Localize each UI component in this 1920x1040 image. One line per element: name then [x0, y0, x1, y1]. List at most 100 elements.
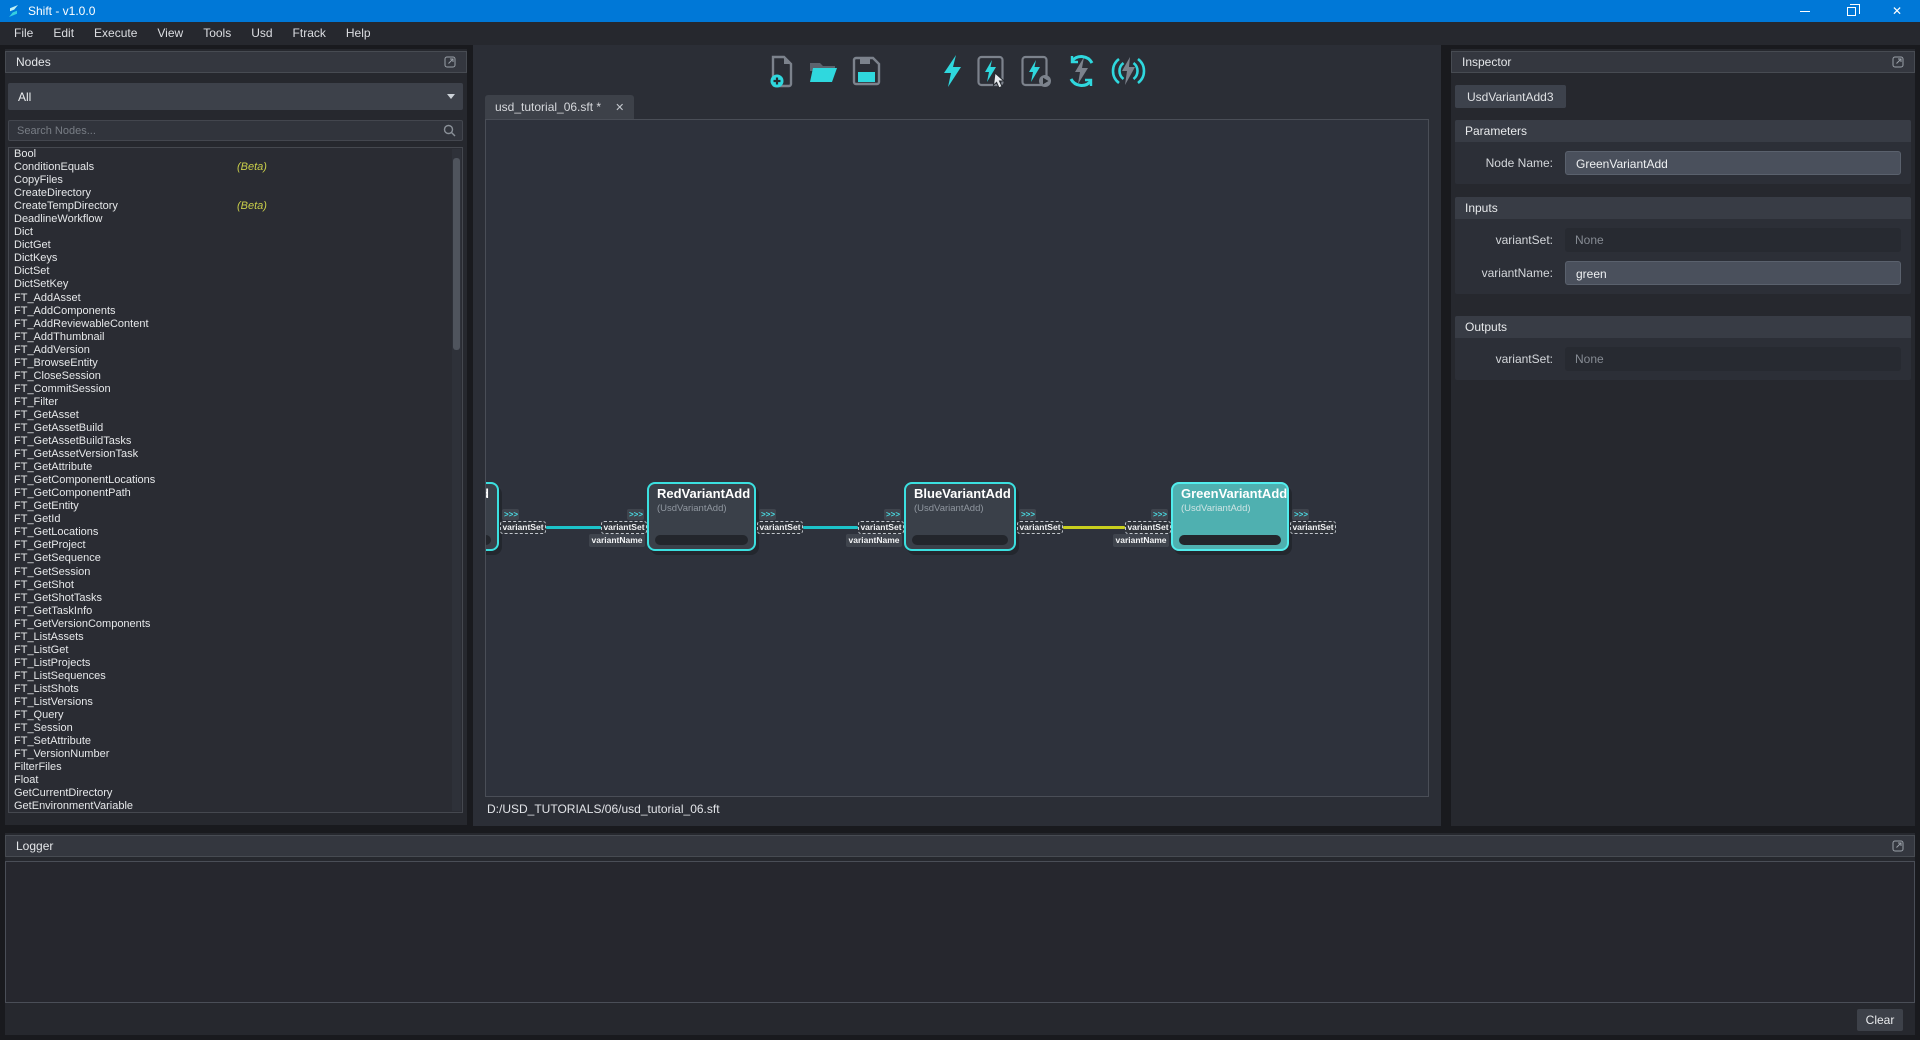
node-list-item[interactable]: ConditionEquals(Beta): [9, 161, 462, 174]
node-list-item[interactable]: Dict: [9, 226, 462, 239]
output-exec-port[interactable]: >>>: [1292, 509, 1309, 520]
graph-node[interactable]: BlueVariantAdd(UsdVariantAdd): [904, 482, 1016, 551]
new-scene-icon[interactable]: [768, 55, 795, 88]
menu-item-usd[interactable]: Usd: [241, 22, 282, 45]
output-variantset-port[interactable]: variantSet: [757, 521, 803, 534]
node-list-item[interactable]: FT_GetAttribute: [9, 461, 462, 474]
node-list-item[interactable]: FT_SetAttribute: [9, 735, 462, 748]
inspector-node-tab[interactable]: UsdVariantAdd3: [1455, 85, 1566, 108]
node-list-item[interactable]: FT_GetAssetBuildTasks: [9, 435, 462, 448]
menu-item-view[interactable]: View: [147, 22, 193, 45]
undock-icon[interactable]: [444, 56, 456, 68]
menu-item-help[interactable]: Help: [336, 22, 381, 45]
node-filter-dropdown[interactable]: All: [8, 83, 463, 110]
node-list-item[interactable]: FT_AddComponents: [9, 305, 462, 318]
node-list-item[interactable]: FT_Query: [9, 709, 462, 722]
scrollbar-track[interactable]: [452, 149, 461, 811]
node-list-item[interactable]: FT_BrowseEntity: [9, 357, 462, 370]
input-variantset-port[interactable]: variantSet: [858, 521, 904, 534]
menu-item-execute[interactable]: Execute: [84, 22, 147, 45]
node-list-item[interactable]: FT_VersionNumber: [9, 748, 462, 761]
node-list-item[interactable]: FT_AddReviewableContent: [9, 318, 462, 331]
menu-item-tools[interactable]: Tools: [193, 22, 241, 45]
node-list-item[interactable]: FT_AddVersion: [9, 344, 462, 357]
node-list-item[interactable]: CreateDirectory: [9, 187, 462, 200]
node-list-item[interactable]: FT_ListSequences: [9, 670, 462, 683]
graph-node[interactable]: GreenVariantAdd(UsdVariantAdd): [1171, 482, 1289, 551]
parameter-value-field[interactable]: None: [1565, 228, 1901, 252]
execute-to-node-icon[interactable]: [1021, 54, 1052, 88]
node-list-item[interactable]: FT_AddAsset: [9, 292, 462, 305]
node-list-item[interactable]: FT_GetLocations: [9, 526, 462, 539]
execute-refresh-icon[interactable]: [1065, 54, 1098, 88]
output-exec-port[interactable]: >>>: [1019, 509, 1036, 520]
minimize-button[interactable]: [1782, 0, 1828, 22]
node-list-item[interactable]: FT_ListProjects: [9, 657, 462, 670]
open-scene-icon[interactable]: [808, 57, 839, 86]
node-list-item[interactable]: DictSet: [9, 265, 462, 278]
node-list-item[interactable]: FT_GetSession: [9, 566, 462, 579]
node-list-item[interactable]: FT_GetAssetBuild: [9, 422, 462, 435]
parameter-value-field[interactable]: green: [1565, 261, 1901, 285]
node-graph-canvas[interactable]: d>>>variantSetRedVariantAdd(UsdVariantAd…: [485, 119, 1429, 797]
input-variantset-port[interactable]: variantSet: [1125, 521, 1171, 534]
execute-selected-icon[interactable]: [977, 54, 1008, 88]
close-button[interactable]: ✕: [1874, 0, 1920, 22]
output-exec-port[interactable]: >>>: [502, 509, 519, 520]
node-list-item[interactable]: GetEnvironmentVariable: [9, 800, 462, 813]
save-scene-icon[interactable]: [852, 56, 881, 86]
input-exec-port[interactable]: >>>: [884, 509, 901, 520]
node-list-item[interactable]: FT_ListAssets: [9, 631, 462, 644]
node-list-item[interactable]: FT_GetSequence: [9, 552, 462, 565]
execute-live-icon[interactable]: [1111, 55, 1146, 87]
node-list-item[interactable]: Bool: [9, 148, 462, 161]
document-tab[interactable]: usd_tutorial_06.sft * ✕: [485, 95, 634, 119]
node-list-item[interactable]: FT_Session: [9, 722, 462, 735]
output-variantset-port[interactable]: variantSet: [500, 521, 546, 534]
node-list-item[interactable]: FT_GetProject: [9, 539, 462, 552]
input-variantname-port[interactable]: variantName: [846, 534, 902, 547]
node-list-item[interactable]: FT_GetVersionComponents: [9, 618, 462, 631]
output-variantset-port[interactable]: variantSet: [1290, 521, 1336, 534]
node-list-item[interactable]: FT_ListShots: [9, 683, 462, 696]
input-variantname-port[interactable]: variantName: [1113, 534, 1169, 547]
node-list-item[interactable]: FilterFiles: [9, 761, 462, 774]
maximize-button[interactable]: [1828, 0, 1874, 22]
node-list-item[interactable]: DeadlineWorkflow: [9, 213, 462, 226]
node-list-item[interactable]: FT_ListGet: [9, 644, 462, 657]
input-exec-port[interactable]: >>>: [1151, 509, 1168, 520]
node-list-item[interactable]: FT_GetComponentLocations: [9, 474, 462, 487]
node-list-item[interactable]: FT_Filter: [9, 396, 462, 409]
node-list-item[interactable]: FT_CloseSession: [9, 370, 462, 383]
input-variantset-port[interactable]: variantSet: [601, 521, 647, 534]
node-list-item[interactable]: FT_GetTaskInfo: [9, 605, 462, 618]
undock-icon[interactable]: [1892, 56, 1904, 68]
input-exec-port[interactable]: >>>: [627, 509, 644, 520]
node-list-item[interactable]: DictKeys: [9, 252, 462, 265]
parameter-value-field[interactable]: GreenVariantAdd: [1565, 151, 1901, 175]
node-list-item[interactable]: CopyFiles: [9, 174, 462, 187]
search-input[interactable]: [9, 125, 443, 137]
node-list-item[interactable]: DictGet: [9, 239, 462, 252]
node-list-item[interactable]: FT_ListVersions: [9, 696, 462, 709]
node-list-item[interactable]: FT_GetAsset: [9, 409, 462, 422]
node-list-item[interactable]: FT_GetShotTasks: [9, 592, 462, 605]
graph-node[interactable]: RedVariantAdd(UsdVariantAdd): [647, 482, 756, 551]
execute-icon[interactable]: [941, 54, 964, 88]
menu-item-ftrack[interactable]: Ftrack: [283, 22, 336, 45]
node-list-item[interactable]: FT_GetEntity: [9, 500, 462, 513]
input-variantname-port[interactable]: variantName: [589, 534, 645, 547]
menu-item-file[interactable]: File: [4, 22, 43, 45]
node-list-item[interactable]: FT_AddThumbnail: [9, 331, 462, 344]
tab-close-icon[interactable]: ✕: [615, 101, 624, 114]
undock-icon[interactable]: [1892, 840, 1904, 852]
menu-item-edit[interactable]: Edit: [43, 22, 84, 45]
node-list-item[interactable]: CreateTempDirectory(Beta): [9, 200, 462, 213]
node-list-item[interactable]: FT_CommitSession: [9, 383, 462, 396]
node-list-item[interactable]: Float: [9, 774, 462, 787]
node-list-item[interactable]: FT_GetComponentPath: [9, 487, 462, 500]
node-list-item[interactable]: FT_GetShot: [9, 579, 462, 592]
node-list-item[interactable]: FT_GetAssetVersionTask: [9, 448, 462, 461]
parameter-value-field[interactable]: None: [1565, 347, 1901, 371]
node-list-item[interactable]: GetCurrentDirectory: [9, 787, 462, 800]
